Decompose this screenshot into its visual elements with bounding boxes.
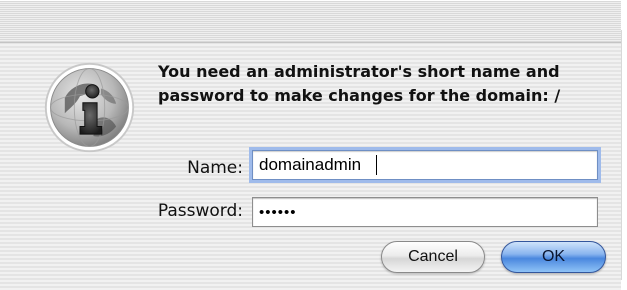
password-label: Password: <box>157 201 243 221</box>
name-field[interactable] <box>252 150 598 180</box>
password-field[interactable] <box>252 197 598 227</box>
ok-button[interactable]: OK <box>501 241 606 273</box>
text-cursor <box>376 155 377 175</box>
info-globe-icon <box>44 62 135 153</box>
title-bar <box>0 0 627 43</box>
window-edge-line <box>621 30 622 280</box>
authentication-dialog: You need an administrator's short name a… <box>0 0 627 290</box>
name-label: Name: <box>187 158 243 178</box>
cancel-button[interactable]: Cancel <box>381 241 485 273</box>
dialog-message: You need an administrator's short name a… <box>158 62 561 105</box>
